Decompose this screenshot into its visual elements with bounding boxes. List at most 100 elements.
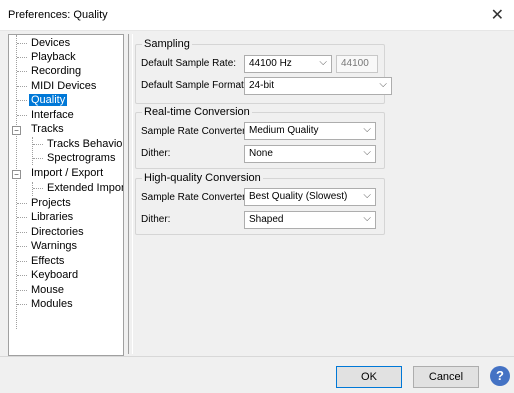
chevron-down-icon: ⌵ — [379, 79, 387, 90]
highquality-converter-select[interactable]: Best Quality (Slowest) ⌵ — [244, 188, 376, 206]
realtime-converter-label: Sample Rate Converter: — [141, 126, 249, 137]
tree-item-projects[interactable]: Projects — [29, 196, 73, 210]
tree-connector — [17, 304, 27, 305]
tree-connector — [17, 246, 27, 247]
close-icon[interactable]: ✕ — [491, 5, 504, 25]
tree-connector — [17, 71, 27, 72]
sample-rate-select[interactable]: 44100 Hz ⌵ — [244, 55, 332, 73]
sample-rate-label: Default Sample Rate: — [141, 58, 237, 69]
tree-connector — [17, 100, 27, 101]
tree-item-tracks[interactable]: Tracks — [29, 122, 66, 136]
tree-item-effects[interactable]: Effects — [29, 254, 66, 268]
tree-connector — [32, 137, 33, 165]
tree-item-mouse[interactable]: Mouse — [29, 283, 66, 297]
group-title: Real-time Conversion — [142, 106, 252, 118]
tree-item-label: Libraries — [31, 211, 74, 223]
highquality-dither-select[interactable]: Shaped ⌵ — [244, 211, 376, 229]
tree-item-label: Tracks — [31, 123, 64, 135]
tree-connector — [16, 35, 17, 329]
tree-item-label: Recording — [31, 65, 82, 77]
tree-item-devices[interactable]: Devices — [29, 36, 72, 50]
ok-button[interactable]: OK — [336, 366, 402, 388]
tree-item-directories[interactable]: Directories — [29, 225, 86, 239]
cancel-button[interactable]: Cancel — [413, 366, 479, 388]
tree-item-label: Modules — [31, 298, 73, 310]
tree-item-label: Playback — [31, 51, 76, 63]
sample-rate-value: 44100 Hz — [249, 58, 292, 69]
tree-connector — [17, 86, 27, 87]
tree-item-label: Spectrograms — [47, 152, 116, 164]
collapse-icon[interactable]: − — [12, 170, 21, 179]
tree-item-label: Mouse — [31, 284, 65, 296]
tree-connector — [17, 290, 27, 291]
tree-item-quality[interactable]: Quality — [29, 93, 68, 107]
quality-panel: Sampling Default Sample Rate: 44100 Hz ⌵… — [133, 34, 505, 354]
chevron-down-icon: ⌵ — [363, 213, 371, 224]
tree-item-label: Projects — [31, 197, 71, 209]
preferences-tree[interactable]: Devices Playback Recording MIDI Devices … — [8, 34, 124, 356]
group-title: High-quality Conversion — [142, 172, 263, 184]
sample-format-value: 24-bit — [249, 80, 275, 91]
window-title: Preferences: Quality — [8, 9, 108, 21]
sample-format-select[interactable]: 24-bit ⌵ — [244, 77, 392, 95]
title-bar: Preferences: Quality ✕ — [0, 0, 514, 31]
tree-connector — [17, 115, 27, 116]
sample-format-label: Default Sample Format: — [141, 80, 247, 91]
highquality-converter-value: Best Quality (Slowest) — [249, 191, 348, 202]
collapse-icon[interactable]: − — [12, 126, 21, 135]
tree-item-extended-import[interactable]: Extended Import — [45, 181, 124, 195]
sample-rate-input[interactable]: 44100 — [336, 55, 378, 73]
tree-connector — [17, 275, 27, 276]
tree-item-tracks-behaviors[interactable]: Tracks Behaviors — [45, 137, 124, 151]
highquality-dither-value: Shaped — [249, 214, 284, 225]
realtime-dither-select[interactable]: None ⌵ — [244, 145, 376, 163]
tree-connector — [17, 43, 27, 44]
tree-item-midi-devices[interactable]: MIDI Devices — [29, 79, 98, 93]
tree-item-label: Effects — [31, 255, 65, 267]
button-bar: OK Cancel ? — [0, 356, 514, 393]
tree-item-modules[interactable]: Modules — [29, 297, 75, 311]
tree-item-label: Directories — [31, 226, 84, 238]
tree-item-label: Extended Import — [47, 182, 124, 194]
sampling-group: Sampling Default Sample Rate: 44100 Hz ⌵… — [135, 38, 392, 104]
tree-item-warnings[interactable]: Warnings — [29, 239, 79, 253]
tree-item-recording[interactable]: Recording — [29, 64, 83, 78]
chevron-down-icon: ⌵ — [363, 124, 371, 135]
tree-item-spectrograms[interactable]: Spectrograms — [45, 151, 117, 165]
tree-item-playback[interactable]: Playback — [29, 50, 78, 64]
help-icon[interactable]: ? — [490, 366, 510, 386]
tree-connector — [17, 203, 27, 204]
chevron-down-icon: ⌵ — [319, 57, 327, 68]
tree-item-label: Keyboard — [31, 269, 79, 281]
tree-item-label: Interface — [31, 109, 74, 121]
tree-connector — [17, 261, 27, 262]
group-title: Sampling — [142, 38, 192, 50]
realtime-dither-label: Dither: — [141, 148, 171, 159]
realtime-group: Real-time Conversion Sample Rate Convert… — [135, 106, 385, 169]
highquality-converter-label: Sample Rate Converter: — [141, 192, 249, 203]
sample-rate-input-value: 44100 — [341, 58, 369, 69]
tree-item-libraries[interactable]: Libraries — [29, 210, 75, 224]
tree-connector — [17, 232, 27, 233]
tree-item-label: Import / Export — [31, 167, 104, 179]
tree-item-keyboard[interactable]: Keyboard — [29, 268, 80, 282]
tree-connector — [33, 188, 43, 189]
tree-item-label: MIDI Devices — [31, 80, 97, 92]
highquality-group: High-quality Conversion Sample Rate Conv… — [135, 172, 385, 235]
tree-item-label: Quality — [29, 94, 68, 106]
tree-item-label: Devices — [31, 37, 71, 49]
tree-connector — [32, 182, 33, 196]
highquality-dither-label: Dither: — [141, 214, 171, 225]
tree-item-import-export[interactable]: Import / Export — [29, 166, 105, 180]
tree-connector — [17, 57, 27, 58]
realtime-dither-value: None — [249, 148, 273, 159]
realtime-converter-select[interactable]: Medium Quality ⌵ — [244, 122, 376, 140]
tree-item-interface[interactable]: Interface — [29, 108, 76, 122]
tree-connector — [17, 217, 27, 218]
chevron-down-icon: ⌵ — [363, 147, 371, 158]
tree-connector — [33, 158, 43, 159]
tree-item-label: Tracks Behaviors — [47, 138, 124, 150]
realtime-converter-value: Medium Quality — [249, 125, 319, 136]
tree-connector — [33, 144, 43, 145]
tree-item-label: Warnings — [31, 240, 78, 252]
